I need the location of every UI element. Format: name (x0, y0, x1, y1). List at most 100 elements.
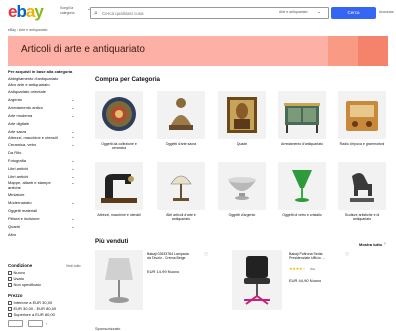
categories-title: Compra per Categoria (95, 76, 160, 83)
chevron-down-icon: ⌄ (71, 104, 75, 110)
sidebar-item-label: Arte digitale (8, 120, 30, 126)
heart-icon[interactable]: ♡ (345, 252, 349, 258)
category-tile[interactable]: Quadri (218, 91, 266, 148)
chevron-down-icon: ⌄ (71, 216, 75, 222)
category-image (278, 162, 326, 210)
office-chair-image (244, 256, 270, 305)
category-tile[interactable]: Oggetti d'argento (218, 162, 266, 219)
sidebar-item[interactable]: Da Rifo (8, 149, 85, 157)
sidebar-item[interactable]: Altro (8, 231, 85, 239)
product-image[interactable] (232, 250, 282, 310)
condition-new-checkbox[interactable]: Nuovo (8, 270, 25, 275)
sidebar-item-label: Ceramica, vetro (8, 142, 37, 148)
sidebar-item[interactable]: Arte digitale (8, 120, 85, 128)
heart-icon[interactable]: ♡ (204, 252, 208, 258)
category-tile[interactable]: Altri articoli d'arte e antiquariato (157, 162, 205, 221)
chevron-down-icon: ⌄ (71, 200, 75, 206)
search-button[interactable]: Cerca (331, 7, 376, 19)
category-tile[interactable]: Oggetti di vetro e cristallo (278, 162, 326, 219)
search-scope-select[interactable]: Arte e antiquariato (279, 10, 308, 14)
sidebar-item-label: Arte moderna (8, 112, 33, 118)
chevron-down-icon: ⌄ (71, 96, 75, 102)
sidebar-item[interactable]: Miniature (8, 191, 85, 199)
sidebar-item-label: Libri antichi (8, 174, 29, 180)
category-dropdown[interactable]: Scegli la categoria ⌄ (60, 6, 91, 15)
antique-lamp-image (170, 175, 192, 201)
chevron-down-icon: ⌄ (71, 112, 75, 118)
condition-unspecified-checkbox[interactable]: Non specificato (8, 282, 41, 287)
radio-icon (8, 301, 12, 305)
advanced-search-link[interactable]: Avanzata (379, 10, 394, 14)
sidebar-item-label: Modernariato (8, 200, 32, 206)
category-tile[interactable]: Arredamento d'antiquariato (278, 91, 326, 148)
checkbox-icon (8, 283, 12, 287)
radio-icon (8, 313, 12, 317)
search-input[interactable] (102, 9, 252, 18)
ebay-logo[interactable]: ebay (8, 3, 44, 20)
sidebar-item[interactable]: Arredamento antico ⌄ (8, 104, 85, 112)
sidebar-item[interactable]: Fotografia ⌄ (8, 157, 85, 165)
star-rating: ★★★★☆ (289, 266, 306, 271)
decorative-plate-image (102, 97, 136, 131)
sidebar-item[interactable]: Antiquariato orientale (8, 88, 85, 96)
chevron-down-icon: ⌄ (71, 142, 75, 148)
sidebar-item-label: Oggetti materiali (8, 208, 38, 214)
portrait-painting-image (227, 97, 257, 133)
search-icon: ⌕ (94, 10, 98, 17)
page-title: Articoli di arte e antiquariato (21, 44, 145, 55)
chevron-down-icon: ⌄ (71, 134, 75, 140)
review-count: (51) (310, 267, 316, 271)
category-label: Arredamento d'antiquariato (280, 142, 324, 146)
category-label: Oggetti d'arte sacra (165, 142, 197, 146)
breadcrumb[interactable]: eBay › Arte e antiquariato (8, 28, 48, 32)
product-image[interactable] (95, 250, 143, 310)
sidebar-item-label: Arredamento antico (8, 104, 43, 110)
chevron-right-icon: › (384, 241, 386, 247)
category-image (278, 91, 326, 139)
chevron-down-icon: ⌄ (71, 179, 75, 185)
category-label: Quadri (236, 142, 248, 146)
sidebar-item-label: Libri antichi (8, 166, 29, 172)
sidebar-item[interactable]: Modernariato ⌄ (8, 199, 85, 207)
banner-decoration (358, 36, 388, 66)
sidebar-item-label: Antiquariato orientale (8, 89, 46, 94)
sidebar-item-label: Da Rifo (8, 150, 22, 156)
category-label: Altri articoli d'arte e antiquariato (166, 213, 196, 221)
sidebar-item-label: Abbigliamento d'antiquariato (8, 75, 59, 81)
category-label: Sculture artistiche e di antiquariato (344, 213, 380, 221)
price-go-button[interactable]: › (46, 321, 47, 326)
category-tile[interactable]: Oggetti da collezione e ceramica (95, 91, 143, 150)
category-tile[interactable]: Oggetti d'arte sacra (157, 91, 205, 148)
checkbox-icon (8, 271, 12, 275)
product-price: EUR 44,90 Nuovo (289, 278, 322, 283)
table-lamp-image (105, 258, 133, 303)
price-max-input[interactable] (28, 320, 43, 327)
price-range-low-radio[interactable]: Inferiore a EUR 30,00 (8, 300, 52, 305)
buddha-statue-image (169, 98, 193, 130)
sidebar-item[interactable]: Ceramica, vetro ⌄ (8, 141, 85, 149)
sidebar-item[interactable]: Quadri ⌄ (8, 223, 85, 231)
category-tile[interactable]: Sculture artistiche e di antiquariato (338, 162, 386, 221)
price-range-high-radio[interactable]: Superiore a EUR 80,00 (8, 312, 55, 317)
sidebar-item-label: Altro (8, 232, 17, 237)
show-all-link[interactable]: Mostra tutto (359, 242, 382, 247)
category-image (95, 91, 143, 139)
category-label: Oggetti di vetro e cristallo (282, 213, 322, 217)
product-title[interactable]: Bakaji 02633784 Lampada da Tavolo - Crem… (147, 252, 191, 260)
sidebar-item[interactable]: Arte moderna ⌄ (8, 112, 85, 120)
sidebar-item[interactable]: Pittura e incisione ⌄ (8, 215, 85, 223)
product-price: EUR 14,99 Nuovo (147, 269, 180, 274)
sidebar-item[interactable]: Libri antichi ⌄ (8, 165, 85, 173)
price-range-mid-radio[interactable]: EUR 30,00 - EUR 80,00 (8, 306, 56, 311)
product-title[interactable]: Bakaji Poltrona Sedia Presidenziale Uffi… (289, 252, 335, 260)
sidebar-item-label: Argento (8, 96, 23, 102)
price-min-input[interactable] (8, 320, 23, 327)
condition-see-all-link[interactable]: Vedi tutto (66, 264, 81, 268)
sidebar-item[interactable]: Oggetti materiali (8, 207, 85, 215)
sidebar-item[interactable]: Mappe, atlanti e stampe antiche ⌄ (8, 180, 75, 192)
condition-used-checkbox[interactable]: Usato (8, 276, 24, 281)
sidebar-item[interactable]: Argento ⌄ (8, 96, 85, 104)
category-tile[interactable]: Attrezzi, macchine e utensili (95, 162, 143, 219)
glass-goblet-image (292, 170, 312, 202)
category-tile[interactable]: Radio d'epoca e grammofoni (338, 91, 386, 148)
